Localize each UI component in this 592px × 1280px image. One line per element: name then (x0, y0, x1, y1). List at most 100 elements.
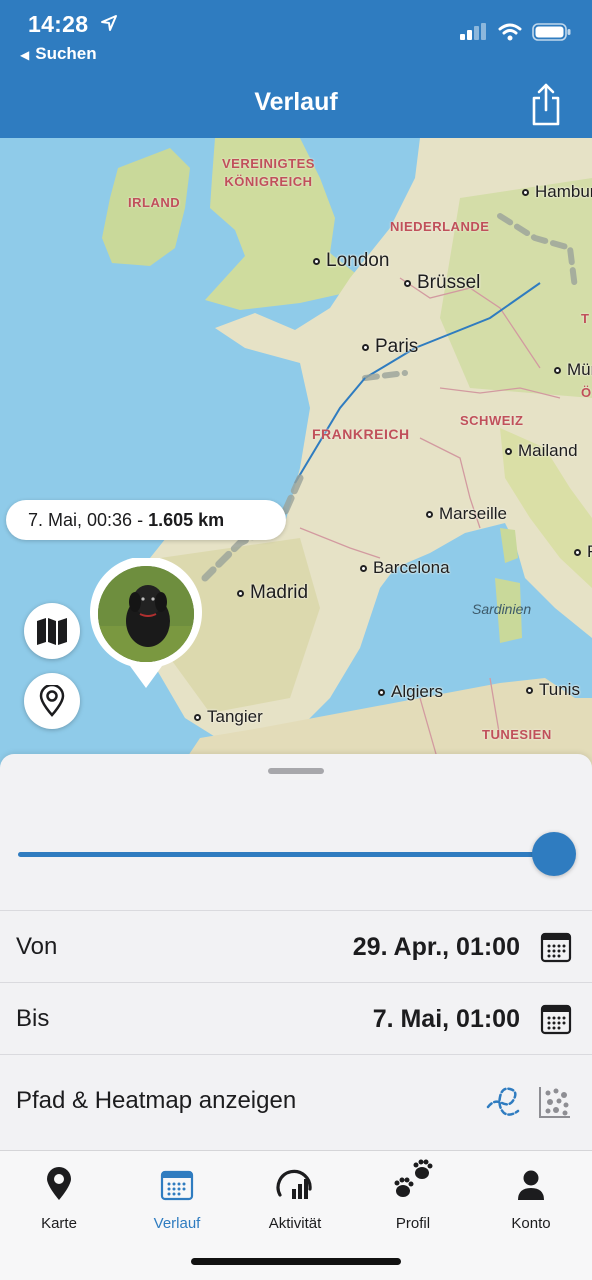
pet-location-pin[interactable] (90, 558, 202, 690)
city-dot (237, 589, 244, 597)
country-label-frankreich: FRANKREICH (312, 426, 410, 442)
city-name: Tunis (539, 680, 580, 699)
tab-label: Konto (511, 1215, 551, 1232)
battery-icon (532, 23, 571, 41)
signal-icon (460, 23, 486, 40)
tab-konto[interactable]: Konto (472, 1161, 590, 1232)
city-marseille: Marseille (426, 504, 507, 524)
calendar-icon[interactable] (540, 931, 572, 963)
city-tangier: Tangier (194, 707, 263, 727)
city-algiers: Algiers (378, 682, 443, 702)
city-name: R (587, 542, 592, 562)
path-icon[interactable] (484, 1085, 522, 1119)
city-name: Brüssel (417, 272, 481, 293)
bis-value[interactable]: 7. Mai, 01:00 (373, 1005, 520, 1034)
tab-label: Aktivität (268, 1215, 322, 1232)
city-dot (574, 548, 581, 556)
city-dot (522, 188, 529, 196)
city-dot (505, 447, 512, 455)
city-name: Tangier (207, 707, 263, 726)
tab-label: Profil (395, 1215, 431, 1232)
path-heatmap-label: Pfad & Heatmap anzeigen (16, 1087, 297, 1114)
city-muenchen: Mün (554, 360, 592, 380)
city-dot (194, 713, 201, 721)
city-dot (378, 688, 385, 696)
city-dot (404, 279, 411, 287)
back-arrow-icon: ◀ (20, 48, 30, 62)
country-label-schweiz: SCHWEIZ (460, 413, 524, 428)
von-label: Von (16, 933, 58, 960)
tab-verlauf[interactable]: Verlauf (118, 1161, 236, 1232)
country-label-tunesien: TUNESIEN (482, 727, 552, 742)
city-mailand: Mailand (505, 441, 578, 461)
back-to-search-link[interactable]: ◀ Suchen (20, 44, 97, 64)
country-label-uk: VEREINIGTES KÖNIGREICH (222, 155, 315, 191)
city-name: Hambur (535, 182, 592, 201)
tab-karte[interactable]: Karte (0, 1161, 118, 1232)
path-heatmap-row: Pfad & Heatmap anzeigen (0, 1054, 592, 1150)
distance-date: 7. Mai, 00:36 (28, 509, 133, 530)
city-name: Barcelona (373, 558, 450, 577)
city-name: Madrid (250, 582, 309, 603)
von-value[interactable]: 29. Apr., 01:00 (353, 933, 520, 962)
city-bruessel: Brüssel (404, 272, 480, 294)
city-dot (313, 257, 320, 265)
map-type-button[interactable] (24, 603, 80, 659)
history-map[interactable]: VEREINIGTES KÖNIGREICH IRLAND NIEDERLAND… (0, 138, 592, 768)
city-name: Mün (567, 360, 592, 379)
status-time: 14:28 (28, 11, 89, 37)
paws-icon (394, 1159, 433, 1197)
country-label-niederlande: NIEDERLANDE (390, 219, 490, 234)
distance-bubble: 7. Mai, 00:36 - 1.605 km (6, 500, 286, 540)
tab-label: Karte (41, 1215, 77, 1232)
person-icon (518, 1170, 544, 1200)
time-slider-track[interactable] (18, 852, 548, 857)
locate-button[interactable] (24, 673, 80, 729)
heatmap-icon[interactable] (538, 1085, 572, 1119)
city-barcelona: Barcelona (360, 558, 450, 578)
country-uk-text: VEREINIGTES KÖNIGREICH (222, 156, 315, 189)
city-london: London (313, 250, 389, 272)
calendar-icon (160, 1170, 194, 1201)
city-hamburg: Hambur (522, 182, 592, 202)
city-dot (362, 343, 369, 351)
city-madrid: Madrid (237, 582, 308, 604)
city-r: R (574, 542, 592, 562)
header: 14:28 ◀ Suchen Verlauf (0, 0, 592, 138)
time-slider-thumb[interactable] (532, 832, 576, 876)
country-label-t: T (581, 311, 590, 326)
city-dot (426, 510, 433, 518)
city-name: Algiers (391, 682, 443, 701)
map-pin-icon (47, 1167, 71, 1200)
city-name: Mailand (518, 441, 578, 460)
calendar-icon[interactable] (540, 1003, 572, 1035)
city-paris: Paris (362, 336, 418, 358)
city-name: London (326, 250, 390, 271)
home-indicator (191, 1258, 401, 1265)
tab-aktivitaet[interactable]: Aktivität (236, 1161, 354, 1232)
history-controls-sheet: Von 29. Apr., 01:00 Bis 7. Mai, 01:00 Pf… (0, 754, 592, 1150)
tab-profil[interactable]: Profil (354, 1159, 472, 1232)
city-dot (554, 366, 561, 374)
von-row[interactable]: Von 29. Apr., 01:00 (0, 910, 592, 982)
country-label-oe: Ö (581, 385, 592, 400)
sheet-drag-handle[interactable] (268, 768, 324, 774)
activity-gauge-icon (276, 1169, 312, 1199)
location-arrow-icon (101, 15, 117, 31)
back-label: Suchen (35, 44, 97, 63)
country-label-irland: IRLAND (128, 195, 181, 210)
wifi-icon (498, 23, 522, 41)
bis-label: Bis (16, 1005, 50, 1032)
page-title: Verlauf (254, 88, 338, 116)
status-icons (460, 22, 572, 42)
share-icon[interactable] (528, 82, 564, 126)
city-dot (526, 686, 533, 694)
city-name: Marseille (439, 504, 508, 523)
pet-avatar (98, 566, 194, 662)
location-pin-icon (39, 685, 65, 717)
bis-row[interactable]: Bis 7. Mai, 01:00 (0, 982, 592, 1054)
map-land (102, 138, 592, 768)
dog-photo (98, 566, 194, 662)
sea-label-sardinien: Sardinien (472, 601, 532, 617)
distance-separator: - (132, 509, 149, 530)
